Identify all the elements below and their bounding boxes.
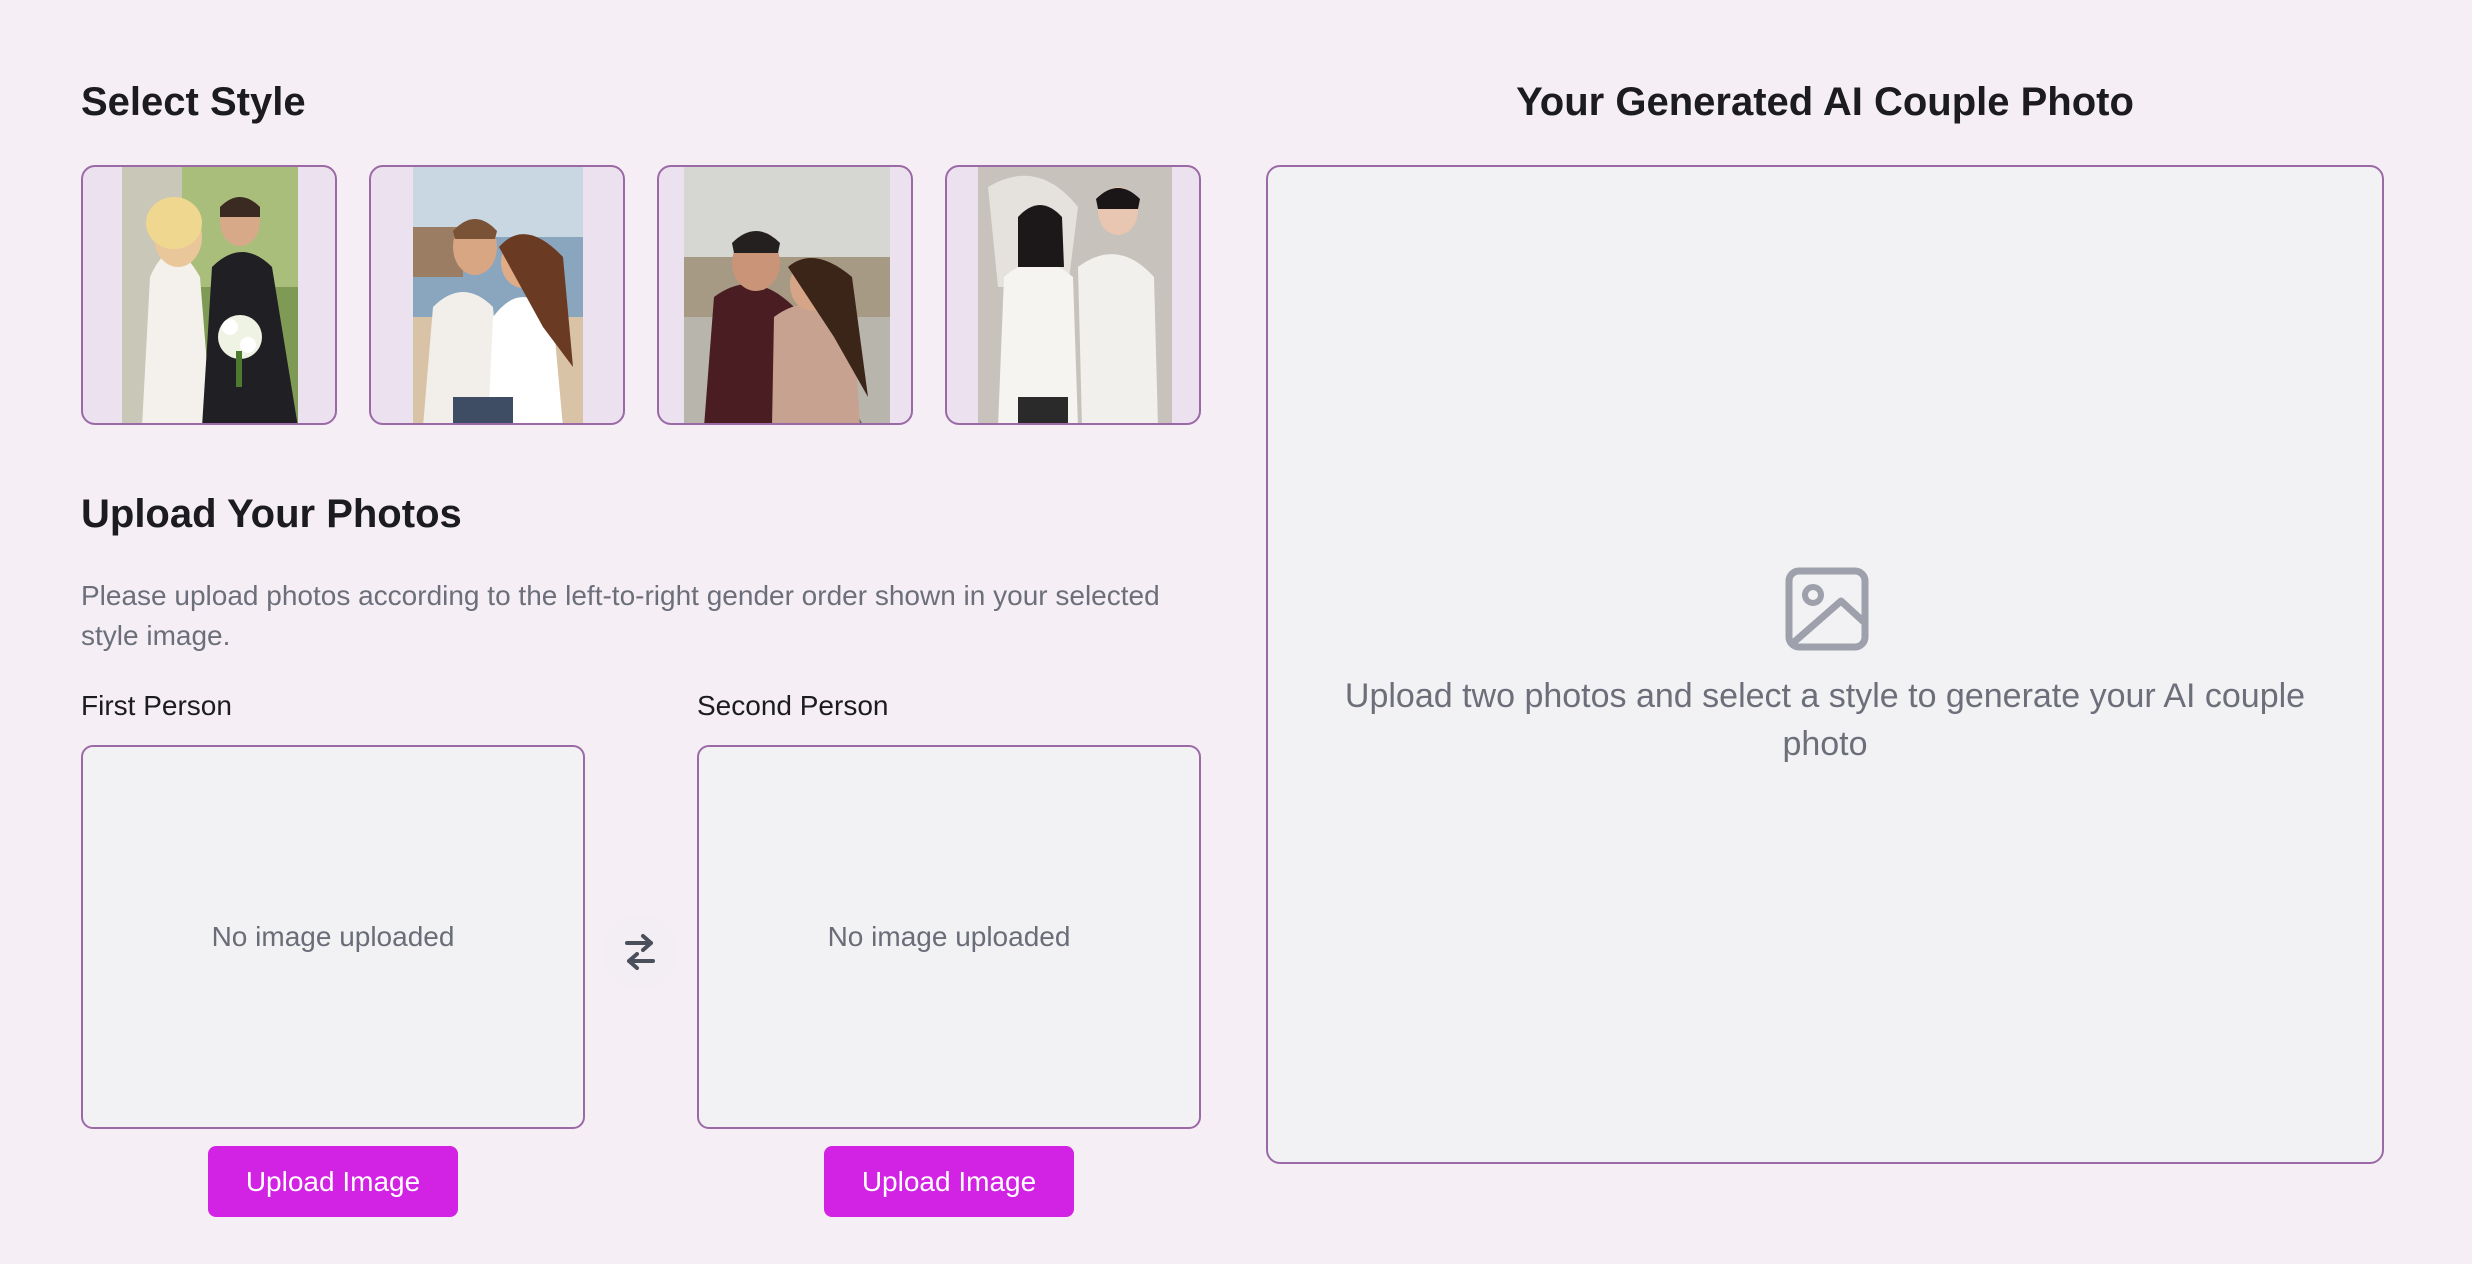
second-person-empty-text: No image uploaded (827, 921, 1071, 952)
second-person-dropzone[interactable]: No image uploaded (697, 745, 1201, 1129)
generated-photo-placeholder-text: Upload two photos and select a style to … (1344, 677, 2306, 763)
style-card-white-outfit[interactable] (945, 165, 1201, 425)
style-photo-wedding (122, 167, 298, 423)
first-person-empty-text: No image uploaded (211, 921, 455, 952)
image-icon (1785, 567, 1869, 651)
style-card-road[interactable] (657, 165, 913, 425)
swap-persons-button[interactable] (602, 914, 678, 990)
upload-photos-heading: Upload Your Photos (81, 492, 462, 536)
style-photo-road (684, 167, 890, 423)
swap-arrows-icon (625, 934, 655, 970)
generated-photo-heading: Your Generated AI Couple Photo (1516, 80, 2134, 124)
upload-instructions: Please upload photos according to the le… (81, 580, 1160, 651)
second-person-label: Second Person (697, 690, 889, 721)
first-person-dropzone[interactable]: No image uploaded (81, 745, 585, 1129)
first-person-upload-button[interactable]: Upload Image (208, 1146, 458, 1217)
style-photo-beach (413, 167, 583, 423)
generated-photo-panel: Upload two photos and select a style to … (1266, 165, 2384, 1164)
select-style-heading: Select Style (81, 80, 306, 124)
first-person-label: First Person (81, 690, 232, 721)
app-root: Select Style Upload Your Photos Please u… (0, 0, 2472, 1264)
style-card-beach[interactable] (369, 165, 625, 425)
second-person-upload-button[interactable]: Upload Image (824, 1146, 1074, 1217)
style-card-wedding[interactable] (81, 165, 337, 425)
style-photo-white-outfit (978, 167, 1172, 423)
